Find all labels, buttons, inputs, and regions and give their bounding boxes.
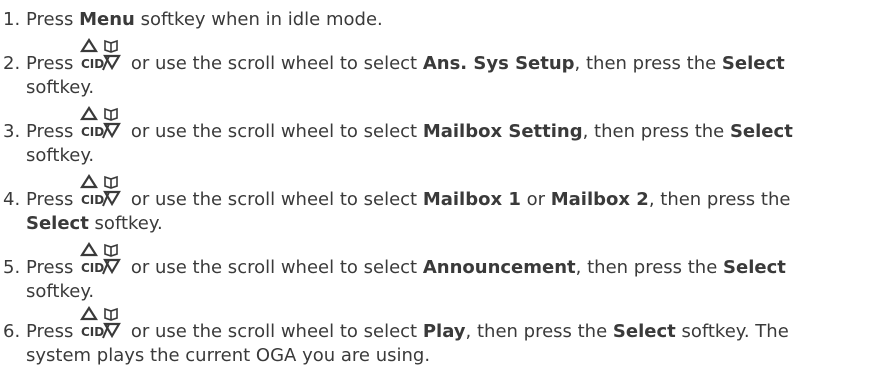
key-term: Mailbox 1 bbox=[422, 189, 521, 210]
step-text-fragment: softkey when in idle mode. bbox=[134, 9, 383, 30]
step-text-fragment: or use the scroll wheel to select bbox=[125, 257, 423, 278]
step-text-fragment: softkey. bbox=[26, 145, 95, 166]
up-arrow-icon bbox=[80, 173, 99, 189]
step-text-fragment: , then press the bbox=[575, 257, 724, 278]
up-cid-down-book-keys-icon: CID bbox=[80, 241, 123, 280]
step-text-fragment: , then press the bbox=[574, 53, 722, 74]
step-text: Press CID or use the scroll wheel to sel… bbox=[26, 241, 868, 304]
key-term: Select bbox=[729, 121, 793, 142]
key-term: Play bbox=[422, 321, 466, 342]
up-arrow-icon bbox=[80, 305, 99, 321]
up-arrow-icon bbox=[80, 241, 99, 257]
cid-label: CID bbox=[81, 125, 104, 139]
step-number: 1. bbox=[3, 9, 21, 30]
phonebook-icon bbox=[104, 39, 118, 53]
step-text-fragment: Press bbox=[26, 321, 80, 342]
key-term: Menu bbox=[79, 9, 135, 30]
step-text-fragment: Press bbox=[26, 53, 80, 74]
step-text-fragment: Press bbox=[26, 9, 80, 30]
key-term: Select bbox=[26, 213, 89, 234]
step-text-fragment: Press bbox=[26, 189, 80, 210]
step-text-fragment: or use the scroll wheel to select bbox=[125, 121, 423, 142]
cid-label: CID bbox=[81, 325, 104, 339]
step-text-fragment: softkey. bbox=[26, 281, 95, 302]
up-arrow-icon bbox=[80, 105, 99, 121]
step-number: 2. bbox=[3, 53, 21, 74]
up-cid-down-book-keys-icon: CID bbox=[80, 105, 123, 144]
step-text-fragment: or bbox=[520, 189, 551, 210]
step-text-fragment: or use the scroll wheel to select bbox=[125, 321, 423, 342]
up-cid-down-book-keys-icon: CID bbox=[80, 173, 123, 212]
step-text-fragment: , then press the bbox=[582, 121, 730, 142]
step-text-fragment: softkey. bbox=[26, 77, 95, 98]
cid-label: CID bbox=[81, 261, 104, 275]
cid-label: CID bbox=[81, 57, 104, 71]
step-text: Press CID or use the scroll wheel to sel… bbox=[26, 173, 868, 236]
up-arrow-icon bbox=[80, 37, 99, 53]
step-text: Press CID or use the scroll wheel to sel… bbox=[26, 37, 868, 100]
step-text-fragment: system plays the current OGA you are usi… bbox=[26, 345, 431, 366]
step-text-fragment: , then press the bbox=[465, 321, 613, 342]
key-term: Announcement bbox=[422, 257, 576, 278]
cid-label: CID bbox=[81, 193, 104, 207]
step-text-fragment: Press bbox=[26, 257, 80, 278]
step-number: 3. bbox=[3, 121, 21, 142]
phonebook-icon bbox=[104, 107, 118, 121]
step-text-fragment: or use the scroll wheel to select bbox=[125, 189, 423, 210]
step-text-fragment: softkey. bbox=[88, 213, 163, 234]
step-text-fragment: softkey. The bbox=[675, 321, 789, 342]
step-text-fragment: Press bbox=[26, 121, 80, 142]
step-text: Press CID or use the scroll wheel to sel… bbox=[26, 305, 868, 368]
step-text: Press CID or use the scroll wheel to sel… bbox=[26, 105, 868, 168]
key-term: Select bbox=[721, 53, 785, 74]
phonebook-icon bbox=[104, 307, 118, 321]
step-text: Press Menu softkey when in idle mode. bbox=[26, 8, 868, 32]
phonebook-icon bbox=[104, 243, 118, 257]
step-number: 5. bbox=[3, 257, 21, 278]
key-term: Ans. Sys Setup bbox=[422, 53, 575, 74]
step-text-fragment: or use the scroll wheel to select bbox=[125, 53, 423, 74]
phonebook-icon bbox=[104, 175, 118, 189]
step-number: 6. bbox=[3, 321, 21, 342]
up-cid-down-book-keys-icon: CID bbox=[80, 305, 123, 344]
step-number: 4. bbox=[3, 189, 21, 210]
step-text-fragment: , then press the bbox=[648, 189, 791, 210]
up-cid-down-book-keys-icon: CID bbox=[80, 37, 123, 76]
key-term: Mailbox 2 bbox=[550, 189, 649, 210]
key-term: Select bbox=[723, 257, 786, 278]
key-term: Mailbox Setting bbox=[422, 121, 583, 142]
key-term: Select bbox=[612, 321, 676, 342]
